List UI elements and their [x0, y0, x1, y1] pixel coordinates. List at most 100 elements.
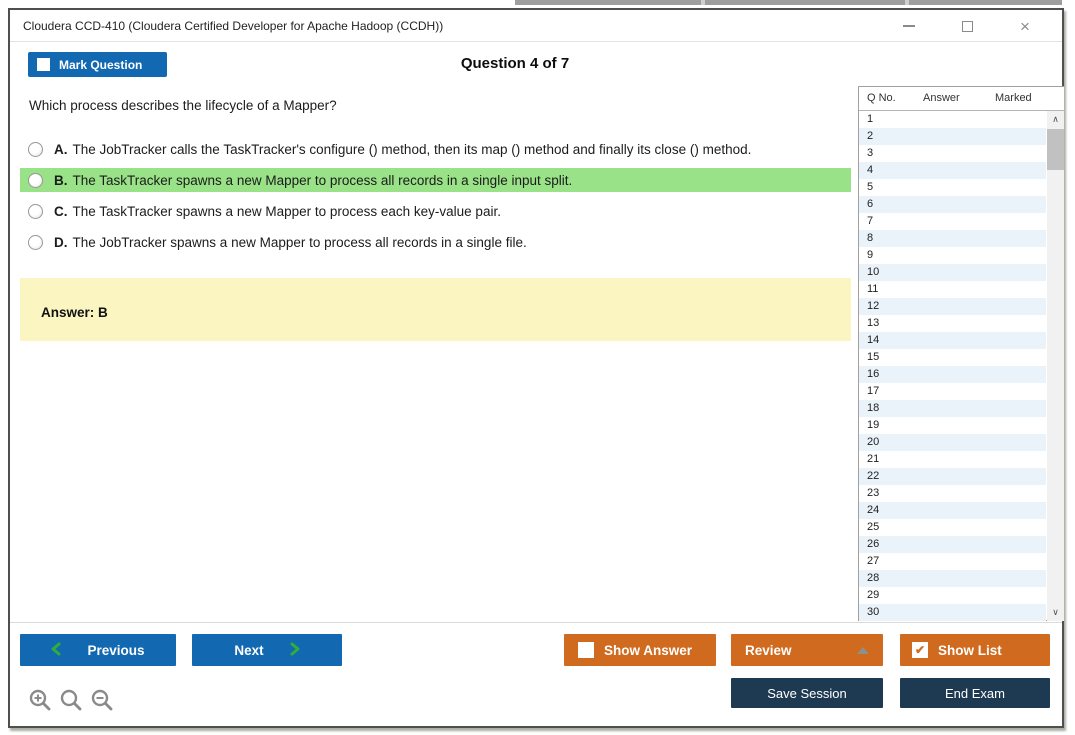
question-list-row[interactable]: 7 — [859, 213, 1046, 230]
question-number: 6 — [867, 198, 874, 210]
question-number: 29 — [867, 589, 880, 601]
question-list-row[interactable]: 6 — [859, 196, 1046, 213]
title-bar: Cloudera CCD-410 (Cloudera Certified Dev… — [10, 10, 1062, 42]
question-list-row[interactable]: 29 — [859, 587, 1046, 604]
option-letter: C. — [54, 203, 68, 219]
question-number: 16 — [867, 368, 880, 380]
background-window-edge — [515, 0, 1062, 5]
question-list-row[interactable]: 28 — [859, 570, 1046, 587]
option-row[interactable]: B. The TaskTracker spawns a new Mapper to… — [20, 168, 851, 192]
question-list-row[interactable]: 27 — [859, 553, 1046, 570]
zoom-out-icon[interactable] — [90, 688, 114, 712]
show-list-checkbox[interactable]: ✔ — [912, 642, 928, 658]
question-number: 5 — [867, 181, 874, 193]
question-list-row[interactable]: 2 — [859, 128, 1046, 145]
question-text: Which process describes the lifecycle of… — [29, 98, 337, 113]
option-row[interactable]: D. The JobTracker spawns a new Mapper to … — [20, 230, 851, 254]
option-letter: D. — [54, 234, 68, 250]
question-number: 19 — [867, 419, 880, 431]
review-button[interactable]: Review — [731, 634, 883, 666]
question-list-row[interactable]: 15 — [859, 349, 1046, 366]
question-list-row[interactable]: 13 — [859, 315, 1046, 332]
close-icon: × — [1020, 16, 1030, 36]
question-number: 1 — [867, 113, 874, 125]
zoom-toolbar — [28, 688, 114, 712]
save-session-button[interactable]: Save Session — [731, 678, 883, 708]
radio-button[interactable] — [28, 172, 43, 188]
scroll-down-button[interactable]: ∨ — [1047, 604, 1064, 621]
question-number: 12 — [867, 300, 880, 312]
question-number: 9 — [867, 249, 874, 261]
question-list-row[interactable]: 20 — [859, 434, 1046, 451]
previous-button[interactable]: Previous — [20, 634, 176, 666]
radio-button[interactable] — [28, 234, 43, 250]
maximize-button[interactable] — [938, 10, 996, 42]
question-number: 4 — [867, 164, 874, 176]
question-list-row[interactable]: 1 — [859, 111, 1046, 128]
question-list-row[interactable]: 4 — [859, 162, 1046, 179]
radio-button[interactable] — [28, 203, 43, 219]
question-number: 27 — [867, 555, 880, 567]
question-number: 2 — [867, 130, 874, 142]
zoom-in-icon[interactable] — [28, 688, 52, 712]
window-controls: × — [880, 10, 1054, 42]
question-list-row[interactable]: 25 — [859, 519, 1046, 536]
show-answer-checkbox[interactable] — [578, 642, 594, 658]
question-number: 20 — [867, 436, 880, 448]
question-number: 11 — [867, 283, 879, 295]
question-list-row[interactable]: 3 — [859, 145, 1046, 162]
footer-divider — [10, 622, 1062, 623]
question-number: 22 — [867, 470, 880, 482]
question-number: 7 — [867, 215, 874, 227]
question-number: 24 — [867, 504, 880, 516]
question-list-row[interactable]: 12 — [859, 298, 1046, 315]
question-list-row[interactable]: 23 — [859, 485, 1046, 502]
zoom-reset-icon[interactable] — [59, 688, 83, 712]
question-number: 26 — [867, 538, 880, 550]
minimize-button[interactable] — [880, 10, 938, 42]
review-label: Review — [745, 642, 792, 658]
question-list-row[interactable]: 8 — [859, 230, 1046, 247]
question-list-row[interactable]: 17 — [859, 383, 1046, 400]
question-list-row[interactable]: 26 — [859, 536, 1046, 553]
radio-button[interactable] — [28, 141, 43, 157]
next-button[interactable]: Next — [192, 634, 342, 666]
option-text: The JobTracker calls the TaskTracker's c… — [72, 141, 752, 157]
question-list-row[interactable]: 19 — [859, 417, 1046, 434]
scrollbar-thumb[interactable] — [1047, 129, 1064, 170]
question-list-row[interactable]: 16 — [859, 366, 1046, 383]
question-list-row[interactable]: 30 — [859, 604, 1046, 621]
close-button[interactable]: × — [996, 10, 1054, 42]
question-list-row[interactable]: 24 — [859, 502, 1046, 519]
background-window-gap — [905, 0, 909, 5]
question-list-row[interactable]: 21 — [859, 451, 1046, 468]
option-row[interactable]: C. The TaskTracker spawns a new Mapper to… — [20, 199, 851, 223]
option-letter: B. — [54, 172, 68, 188]
question-list-row[interactable]: 18 — [859, 400, 1046, 417]
window-title: Cloudera CCD-410 (Cloudera Certified Dev… — [23, 19, 444, 33]
scroll-up-button[interactable]: ∧ — [1047, 111, 1064, 128]
option-text: The TaskTracker spawns a new Mapper to p… — [72, 172, 573, 188]
question-counter: Question 4 of 7 — [460, 55, 570, 72]
question-list-row[interactable]: 5 — [859, 179, 1046, 196]
show-answer-button[interactable]: Show Answer — [564, 634, 716, 666]
question-list-row[interactable]: 22 — [859, 468, 1046, 485]
question-list-row[interactable]: 10 — [859, 264, 1046, 281]
background-window-gap — [701, 0, 705, 5]
column-header-qno: Q No. — [867, 92, 896, 104]
question-list-body: 1 2 3 4 5 6 7 8 9 10 11 12 13 14 15 16 17 18 19 20 21 22 23 24 2… — [859, 111, 1046, 621]
end-exam-button[interactable]: End Exam — [900, 678, 1050, 708]
show-list-button[interactable]: ✔ Show List — [900, 634, 1050, 666]
show-list-label: Show List — [938, 642, 1002, 658]
question-list-scrollbar[interactable]: ∧ ∨ — [1047, 111, 1064, 621]
question-list-row[interactable]: 14 — [859, 332, 1046, 349]
question-number: 28 — [867, 572, 880, 584]
question-list-row[interactable]: 11 — [859, 281, 1046, 298]
question-list-row[interactable]: 9 — [859, 247, 1046, 264]
option-row[interactable]: A. The JobTracker calls the TaskTracker's… — [20, 137, 851, 161]
question-number: 3 — [867, 147, 874, 159]
previous-label: Previous — [87, 642, 145, 658]
minimize-icon — [903, 25, 915, 27]
scroll-up-icon: ∧ — [1052, 114, 1059, 124]
question-list-panel: Q No. Answer Marked 1 2 3 4 5 6 7 8 9 10 11 12 13 14 1… — [858, 86, 1064, 621]
